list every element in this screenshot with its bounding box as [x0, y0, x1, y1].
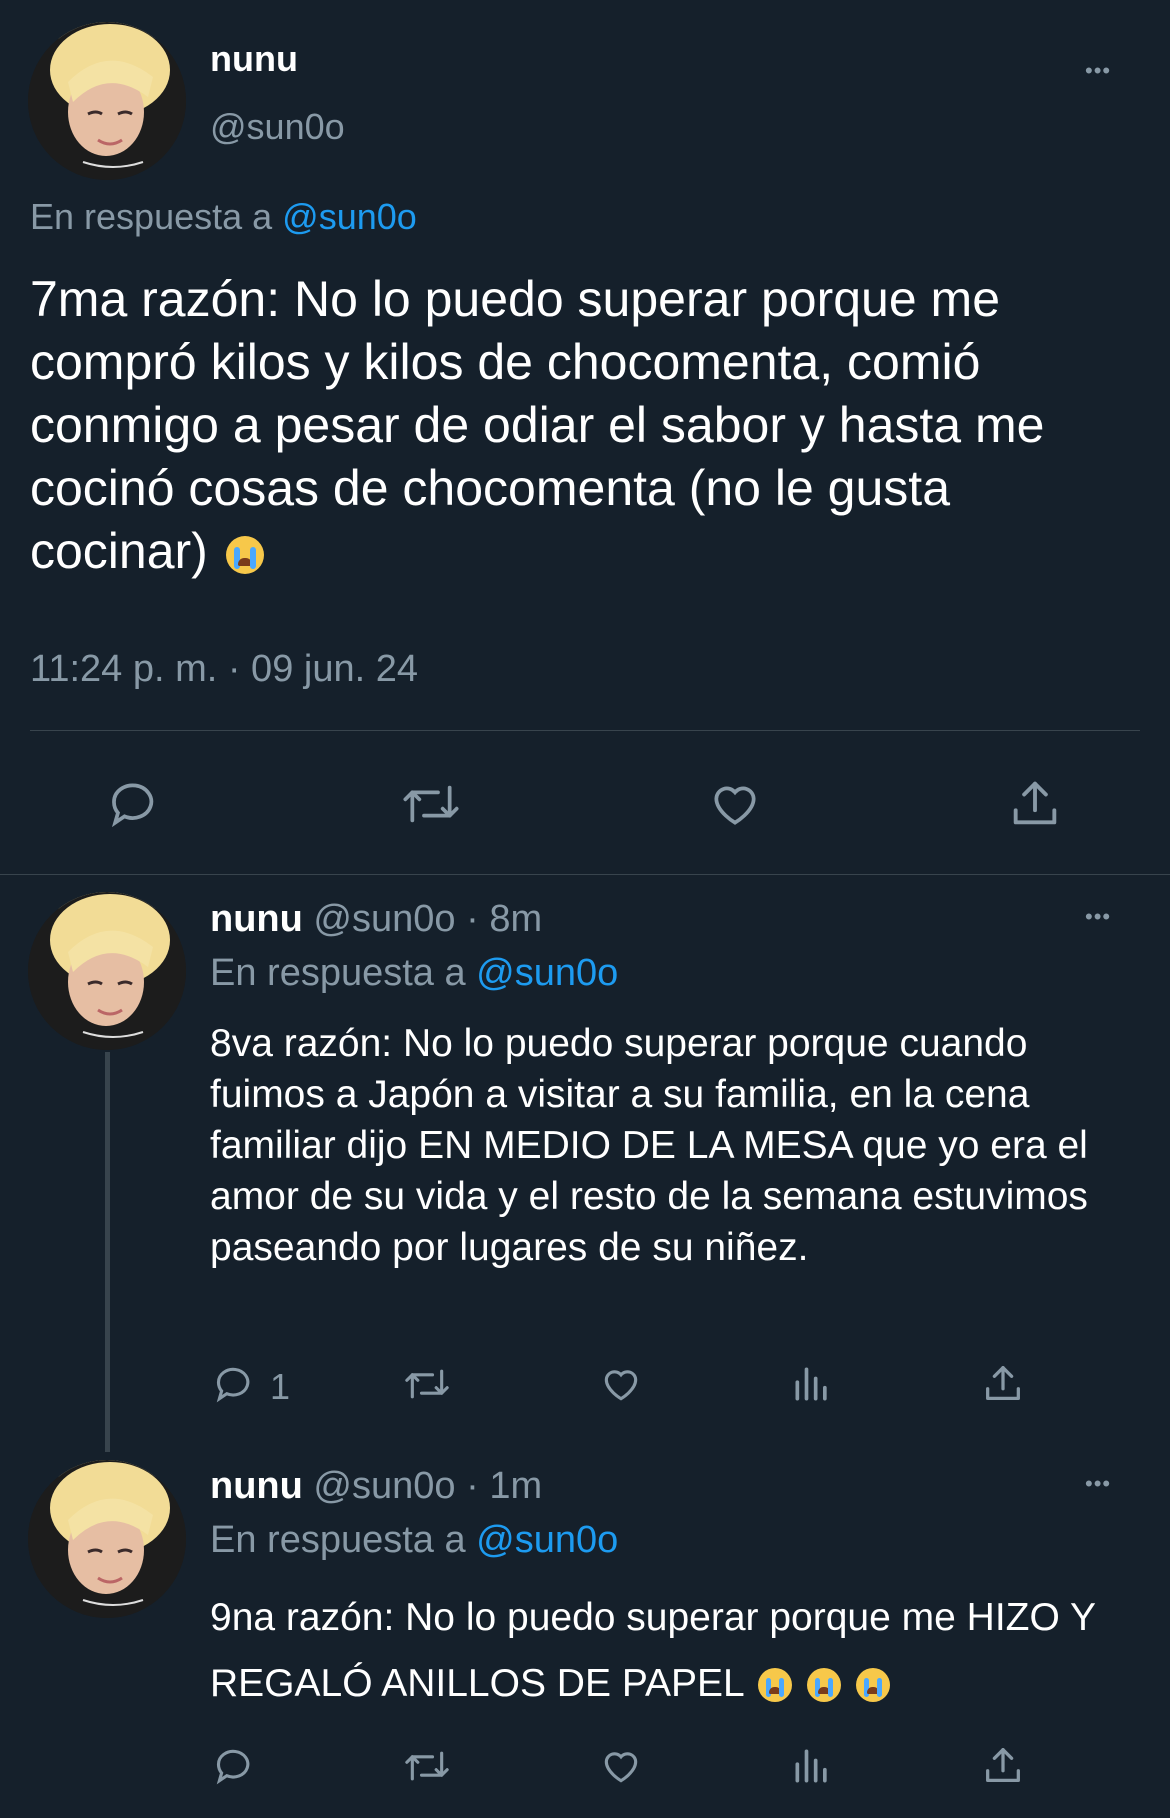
- author-handle[interactable]: @sun0o: [210, 106, 345, 148]
- reply-header: nunu @sun0o · 1m: [210, 1465, 542, 1508]
- reply-to-link[interactable]: @sun0o: [476, 1519, 618, 1561]
- loudly-crying-face-icon: [855, 1668, 890, 1702]
- share-icon[interactable]: [980, 1742, 1026, 1788]
- retweet-icon[interactable]: [400, 1362, 454, 1406]
- retweet-icon[interactable]: [400, 1744, 454, 1788]
- analytics-icon[interactable]: [790, 1362, 834, 1406]
- tweet-timestamp[interactable]: 11:24 p. m. · 09 jun. 24: [30, 648, 418, 691]
- reply-context: En respuesta a @sun0o: [30, 196, 417, 238]
- retweet-icon[interactable]: [398, 776, 464, 832]
- author-name[interactable]: nunu: [210, 898, 303, 940]
- reply-prefix: En respuesta a: [210, 1519, 466, 1561]
- tweet-text: 9na razón: No lo puedo superar porque me…: [210, 1585, 1140, 1717]
- loudly-crying-face-icon: [225, 536, 264, 574]
- divider: [0, 874, 1170, 875]
- author-handle[interactable]: @sun0o: [313, 1465, 455, 1507]
- avatar[interactable]: [28, 892, 186, 1050]
- reply-prefix: En respuesta a: [210, 952, 466, 994]
- reply-time[interactable]: · 8m: [466, 898, 542, 940]
- share-icon[interactable]: [980, 1360, 1026, 1406]
- like-icon[interactable]: [598, 1744, 644, 1788]
- author-handle[interactable]: @sun0o: [313, 898, 455, 940]
- tweet-body: 9na razón: No lo puedo superar porque me…: [210, 1596, 1096, 1705]
- tweet-body: 7ma razón: No lo puedo superar porque me…: [30, 271, 1045, 579]
- reply-icon[interactable]: [212, 1362, 258, 1406]
- reply-context: En respuesta a @sun0o: [210, 952, 618, 995]
- more-options-icon[interactable]: •••: [1085, 60, 1111, 82]
- reply-to-link[interactable]: @sun0o: [476, 952, 618, 994]
- author-name[interactable]: nunu: [210, 1465, 303, 1507]
- reply-icon[interactable]: [212, 1744, 258, 1788]
- like-icon[interactable]: [706, 776, 764, 832]
- divider: [30, 730, 1140, 731]
- avatar[interactable]: [28, 22, 186, 180]
- tweet-body: 8va razón: No lo puedo superar porque cu…: [210, 1022, 1088, 1269]
- like-icon[interactable]: [598, 1362, 644, 1406]
- thread-line: [105, 1052, 110, 1452]
- more-options-icon[interactable]: •••: [1085, 906, 1111, 928]
- reply-to-link[interactable]: @sun0o: [282, 196, 417, 237]
- share-icon[interactable]: [1006, 774, 1064, 832]
- more-options-icon[interactable]: •••: [1085, 1473, 1111, 1495]
- reply-icon[interactable]: [106, 776, 164, 832]
- reply-header: nunu @sun0o · 8m: [210, 898, 542, 941]
- analytics-icon[interactable]: [790, 1744, 834, 1788]
- reply-prefix: En respuesta a: [30, 196, 273, 237]
- author-name[interactable]: nunu: [210, 38, 298, 80]
- reply-time[interactable]: · 1m: [466, 1465, 542, 1507]
- reply-context: En respuesta a @sun0o: [210, 1519, 618, 1562]
- avatar[interactable]: [28, 1460, 186, 1618]
- loudly-crying-face-icon: [806, 1668, 841, 1702]
- loudly-crying-face-icon: [758, 1668, 793, 1702]
- reply-count: 1: [270, 1366, 291, 1407]
- tweet-text: 7ma razón: No lo puedo superar porque me…: [30, 268, 1140, 583]
